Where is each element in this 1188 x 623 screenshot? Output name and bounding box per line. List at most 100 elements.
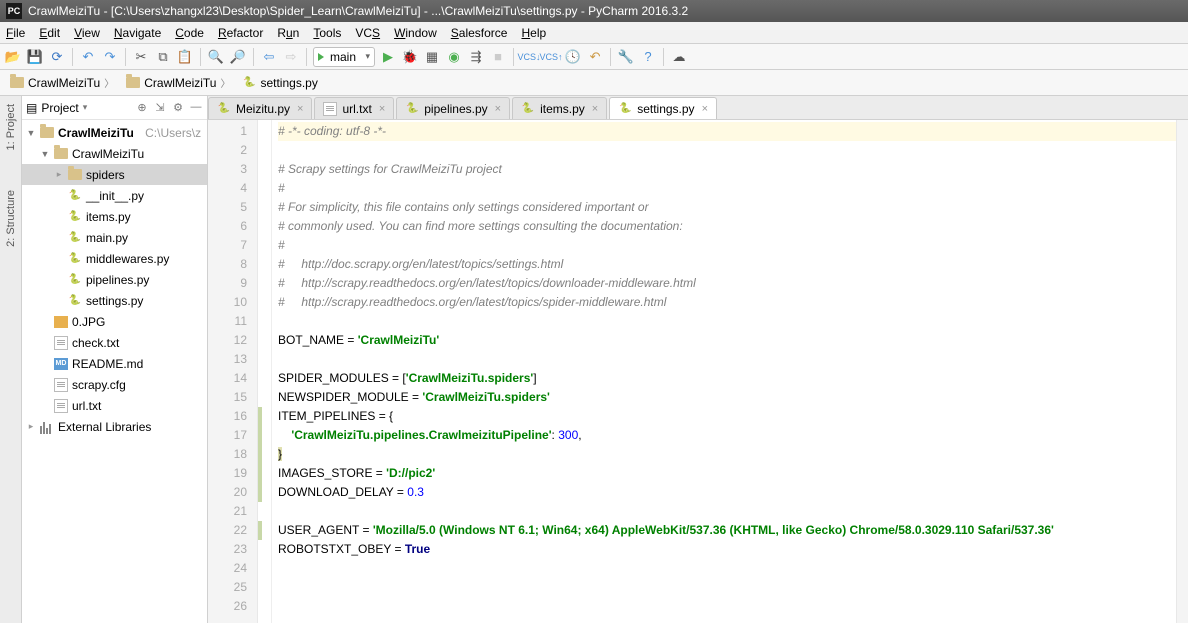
tree-root[interactable]: ▼CrawlMeiziTu C:\Users\z bbox=[22, 122, 207, 143]
forward-icon[interactable]: ⇨ bbox=[282, 48, 300, 66]
python-file-icon: 🐍 bbox=[68, 189, 82, 203]
image-file-icon bbox=[54, 316, 68, 328]
tree-file-readme[interactable]: MDREADME.md bbox=[22, 353, 207, 374]
tree-file-url[interactable]: url.txt bbox=[22, 395, 207, 416]
help-icon[interactable]: ? bbox=[639, 48, 657, 66]
code-area[interactable]: 1234567891011121314151617181920212223242… bbox=[208, 120, 1188, 623]
menu-tools[interactable]: Tools bbox=[313, 26, 341, 40]
tree-file-jpg[interactable]: 0.JPG bbox=[22, 311, 207, 332]
folder-icon bbox=[54, 148, 68, 159]
python-file-icon: 🐍 bbox=[68, 252, 82, 266]
fold-margin bbox=[258, 120, 272, 623]
vcs-commit-icon[interactable]: VCS↑ bbox=[542, 48, 560, 66]
undo-icon[interactable]: ↶ bbox=[79, 48, 97, 66]
crumb-file[interactable]: 🐍settings.py bbox=[238, 76, 321, 90]
replace-icon[interactable]: 🔎 bbox=[229, 48, 247, 66]
text-file-icon bbox=[54, 336, 68, 350]
close-icon[interactable]: × bbox=[297, 103, 303, 115]
menu-file[interactable]: File bbox=[6, 26, 25, 40]
project-title: Project bbox=[41, 101, 78, 115]
python-file-icon: 🐍 bbox=[68, 210, 82, 224]
profile-icon[interactable]: ◉ bbox=[445, 48, 463, 66]
paste-icon[interactable]: 📋 bbox=[176, 48, 194, 66]
side-tab-project[interactable]: 1: Project bbox=[5, 104, 17, 150]
folder-icon bbox=[68, 169, 82, 180]
close-icon[interactable]: × bbox=[592, 103, 598, 115]
menu-bar: File Edit View Navigate Code Refactor Ru… bbox=[0, 22, 1188, 44]
hide-icon[interactable]: — bbox=[189, 101, 203, 115]
code-lines[interactable]: # -*- coding: utf-8 -*- # Scrapy setting… bbox=[272, 120, 1176, 623]
stop-icon[interactable]: ■ bbox=[489, 48, 507, 66]
sf-icon[interactable]: ☁ bbox=[670, 48, 688, 66]
python-file-icon: 🐍 bbox=[242, 76, 256, 90]
library-icon bbox=[40, 420, 54, 434]
close-icon[interactable]: × bbox=[702, 103, 708, 115]
tab-pipelines[interactable]: 🐍pipelines.py× bbox=[396, 97, 510, 119]
tree-file-main[interactable]: 🐍main.py bbox=[22, 227, 207, 248]
vcs-update-icon[interactable]: VCS↓ bbox=[520, 48, 538, 66]
scroll-to-icon[interactable]: ⊕ bbox=[135, 101, 149, 115]
menu-navigate[interactable]: Navigate bbox=[114, 26, 161, 40]
menu-refactor[interactable]: Refactor bbox=[218, 26, 263, 40]
crumb-root[interactable]: CrawlMeiziTu〉 bbox=[6, 75, 118, 90]
left-tool-strip: 1: Project 2: Structure bbox=[0, 96, 22, 623]
open-icon[interactable]: 📂 bbox=[4, 48, 22, 66]
tree-spiders[interactable]: ▸spiders bbox=[22, 164, 207, 185]
close-icon[interactable]: × bbox=[495, 103, 501, 115]
python-file-icon: 🐍 bbox=[68, 294, 82, 308]
back-icon[interactable]: ⇦ bbox=[260, 48, 278, 66]
run-config-select[interactable]: main bbox=[313, 47, 375, 67]
crumb-pkg[interactable]: CrawlMeiziTu〉 bbox=[122, 75, 234, 90]
python-file-icon: 🐍 bbox=[405, 102, 419, 116]
copy-icon[interactable]: ⧉ bbox=[154, 48, 172, 66]
menu-code[interactable]: Code bbox=[175, 26, 204, 40]
coverage-icon[interactable]: ▦ bbox=[423, 48, 441, 66]
tab-settings[interactable]: 🐍settings.py× bbox=[609, 97, 717, 119]
tree-file-settings[interactable]: 🐍settings.py bbox=[22, 290, 207, 311]
side-tab-structure[interactable]: 2: Structure bbox=[5, 190, 17, 247]
cut-icon[interactable]: ✂ bbox=[132, 48, 150, 66]
tree-file-items[interactable]: 🐍items.py bbox=[22, 206, 207, 227]
editor: 🐍Meizitu.py× url.txt× 🐍pipelines.py× 🐍it… bbox=[208, 96, 1188, 623]
markdown-file-icon: MD bbox=[54, 358, 68, 370]
app-icon: PC bbox=[6, 3, 22, 19]
tree-pkg[interactable]: ▼CrawlMeiziTu bbox=[22, 143, 207, 164]
gear-icon[interactable]: ⚙ bbox=[171, 101, 185, 115]
project-tree: ▼CrawlMeiziTu C:\Users\z ▼CrawlMeiziTu ▸… bbox=[22, 120, 207, 623]
menu-window[interactable]: Window bbox=[394, 26, 437, 40]
tab-items[interactable]: 🐍items.py× bbox=[512, 97, 607, 119]
tree-file-pipelines[interactable]: 🐍pipelines.py bbox=[22, 269, 207, 290]
project-header: ▤ Project ▾ ⊕ ⇲ ⚙ — bbox=[22, 96, 207, 120]
debug-icon[interactable]: 🐞 bbox=[401, 48, 419, 66]
run-icon[interactable]: ▶ bbox=[379, 48, 397, 66]
revert-icon[interactable]: ↶ bbox=[586, 48, 604, 66]
menu-vcs[interactable]: VCS bbox=[355, 26, 380, 40]
find-icon[interactable]: 🔍 bbox=[207, 48, 225, 66]
menu-view[interactable]: View bbox=[74, 26, 100, 40]
sync-icon[interactable]: ⟳ bbox=[48, 48, 66, 66]
tree-ext-lib[interactable]: ▸External Libraries bbox=[22, 416, 207, 437]
close-icon[interactable]: × bbox=[379, 103, 385, 115]
tree-file-cfg[interactable]: scrapy.cfg bbox=[22, 374, 207, 395]
project-panel: ▤ Project ▾ ⊕ ⇲ ⚙ — ▼CrawlMeiziTu C:\Use… bbox=[22, 96, 208, 623]
python-file-icon: 🐍 bbox=[217, 102, 231, 116]
history-icon[interactable]: 🕓 bbox=[564, 48, 582, 66]
menu-edit[interactable]: Edit bbox=[39, 26, 60, 40]
tab-url[interactable]: url.txt× bbox=[314, 97, 394, 119]
tree-file-middlewares[interactable]: 🐍middlewares.py bbox=[22, 248, 207, 269]
tab-meizitu[interactable]: 🐍Meizitu.py× bbox=[208, 97, 312, 119]
collapse-icon[interactable]: ⇲ bbox=[153, 101, 167, 115]
title-bar: PC CrawlMeiziTu - [C:\Users\zhangxl23\De… bbox=[0, 0, 1188, 22]
menu-help[interactable]: Help bbox=[521, 26, 546, 40]
tree-file-check[interactable]: check.txt bbox=[22, 332, 207, 353]
settings-icon[interactable]: 🔧 bbox=[617, 48, 635, 66]
concurrent-icon[interactable]: ⇶ bbox=[467, 48, 485, 66]
text-file-icon bbox=[54, 378, 68, 392]
tree-file-init[interactable]: 🐍__init__.py bbox=[22, 185, 207, 206]
python-file-icon: 🐍 bbox=[618, 102, 632, 116]
menu-run[interactable]: Run bbox=[277, 26, 299, 40]
menu-salesforce[interactable]: Salesforce bbox=[451, 26, 508, 40]
folder-icon bbox=[40, 127, 54, 138]
redo-icon[interactable]: ↷ bbox=[101, 48, 119, 66]
save-icon[interactable]: 💾 bbox=[26, 48, 44, 66]
